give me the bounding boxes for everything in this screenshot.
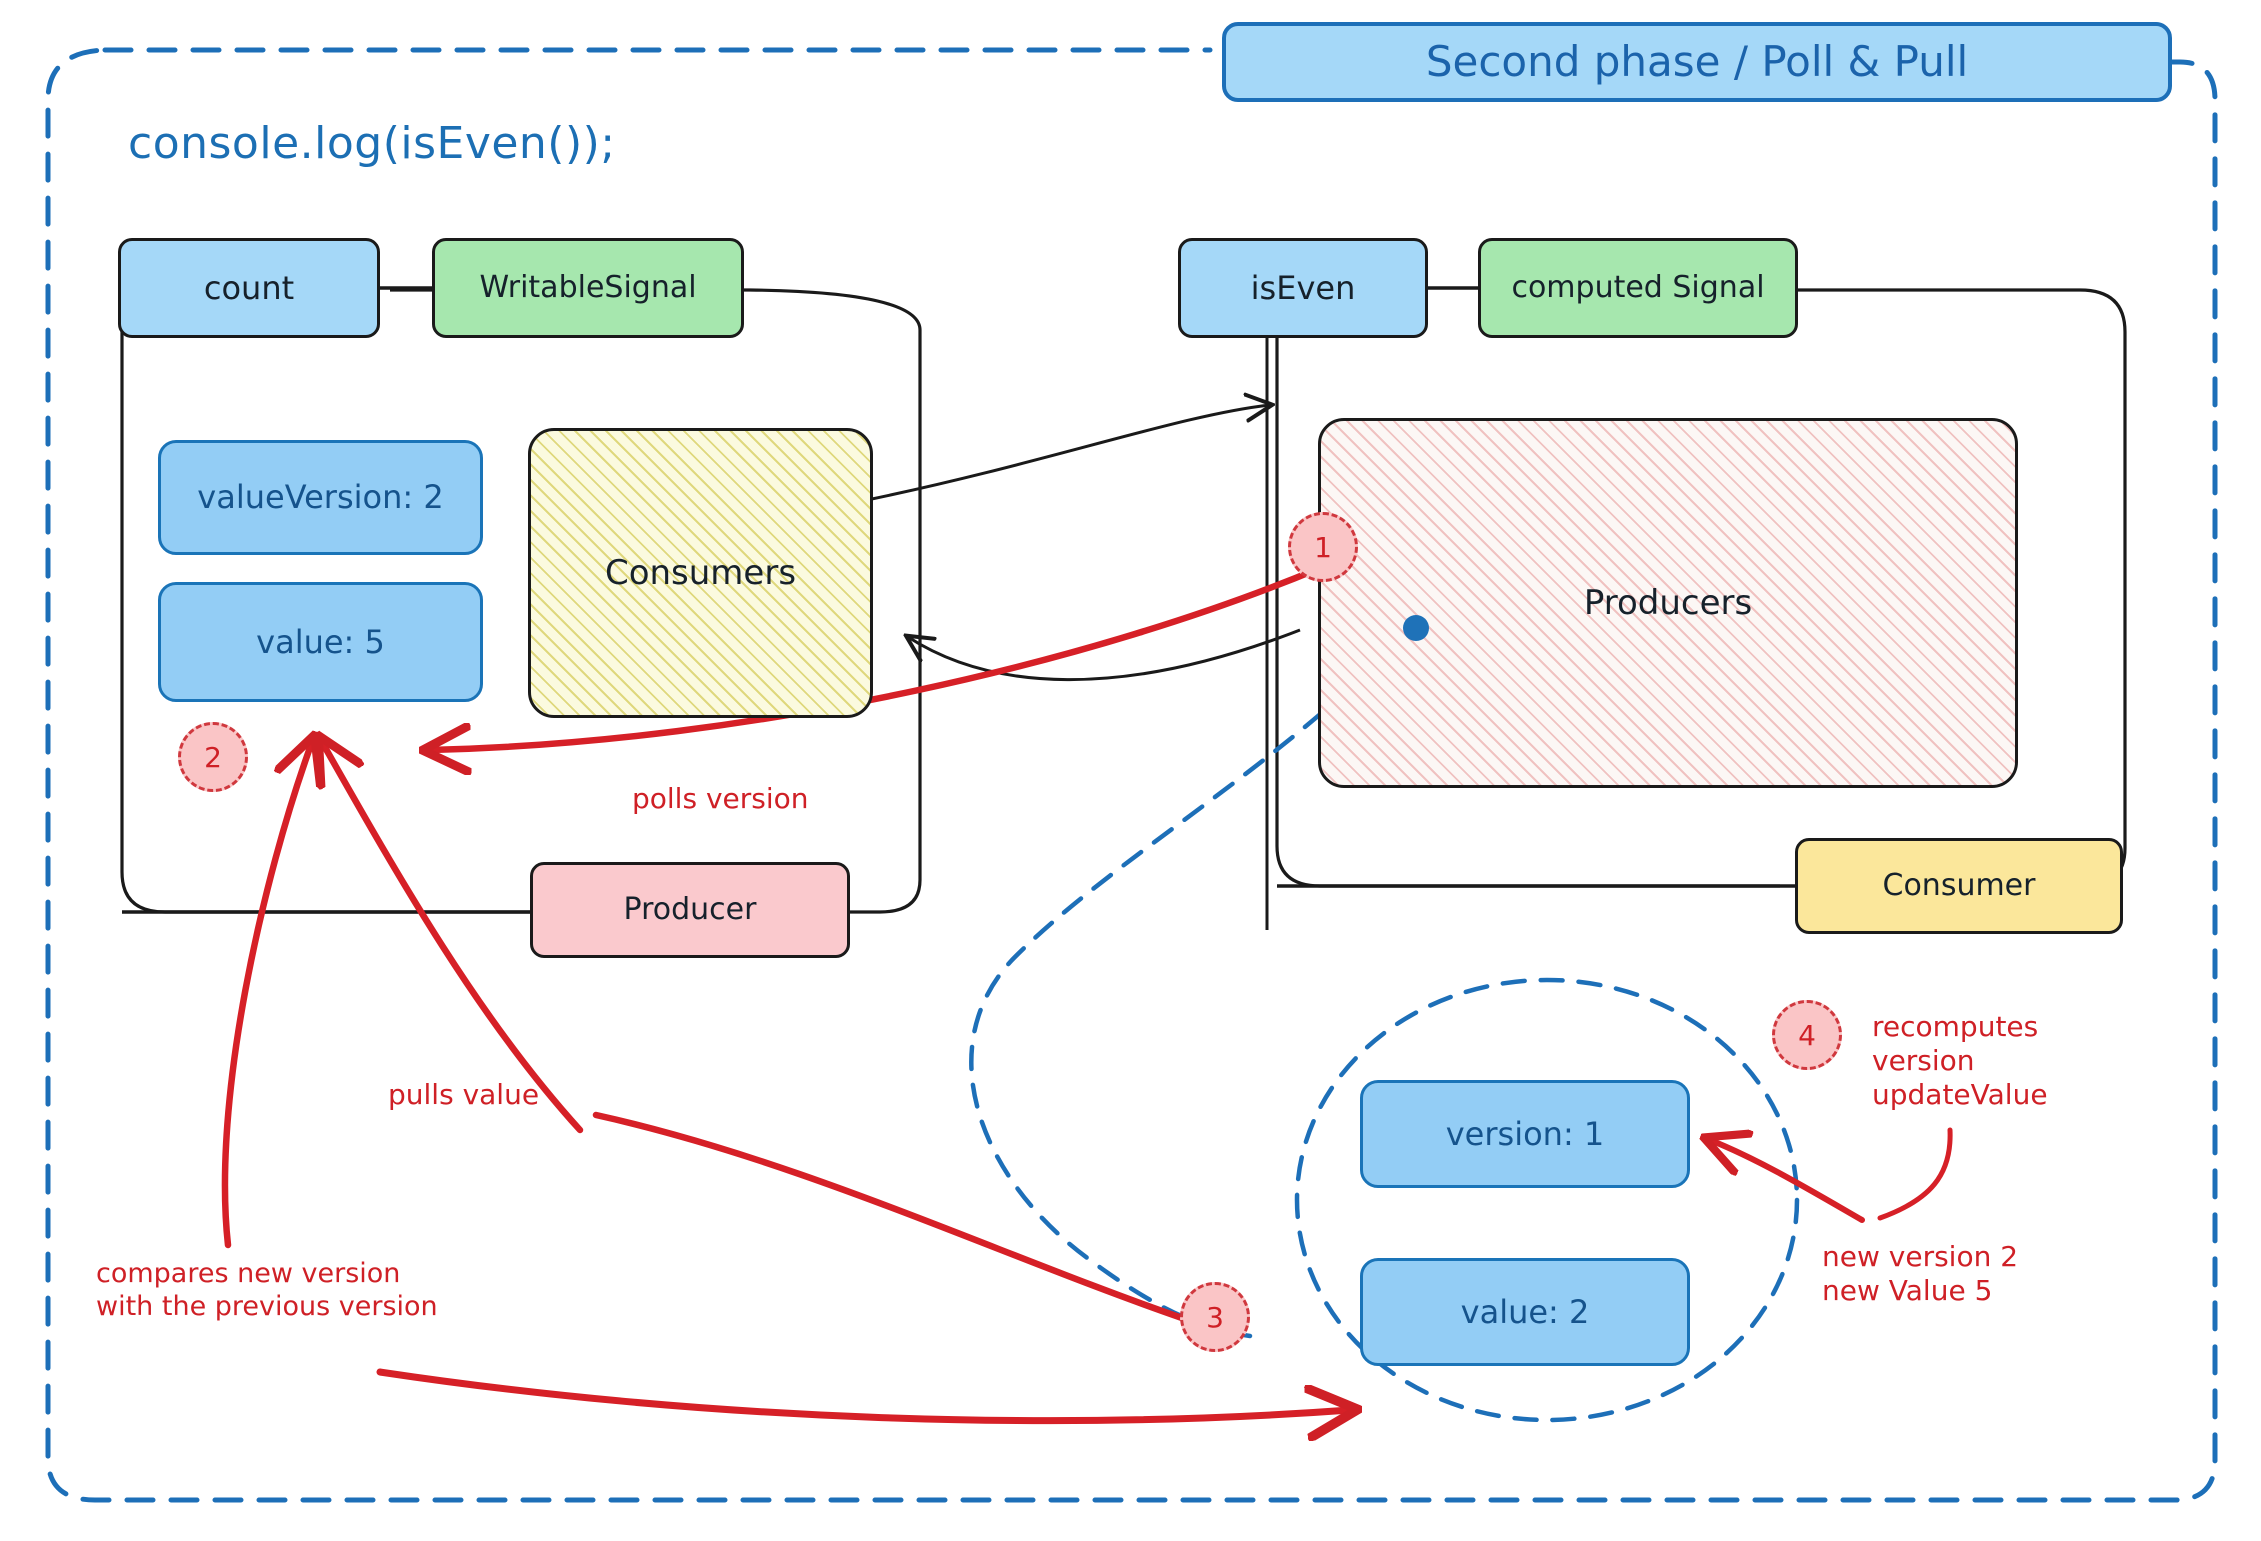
new-version-arrow bbox=[1710, 1140, 1865, 1223]
role-consumer-badge: Consumer bbox=[1795, 838, 2123, 934]
signal-name-iseven: isEven bbox=[1178, 238, 1428, 338]
step-marker-3: 3 bbox=[1180, 1282, 1250, 1352]
producer-entry-dot bbox=[1403, 615, 1429, 641]
producers-box: Producers bbox=[1318, 418, 2018, 788]
annotation-polls-version: polls version bbox=[632, 782, 809, 815]
annotation-pulls-value: pulls value bbox=[388, 1078, 540, 1111]
annotation-new-values: new version 2 new Value 5 bbox=[1822, 1240, 2019, 1308]
code-snippet-label: console.log(isEven()); bbox=[128, 118, 616, 169]
producers-label: Producers bbox=[1583, 583, 1753, 623]
signal-kind-writablesignal: WritableSignal bbox=[432, 238, 744, 338]
step-marker-2: 2 bbox=[178, 722, 248, 792]
phase-title-badge: Second phase / Poll & Pull bbox=[1222, 22, 2172, 102]
consumers-label: Consumers bbox=[604, 553, 797, 593]
field-valueversion: valueVersion: 2 bbox=[158, 440, 483, 555]
step-marker-4: 4 bbox=[1772, 1000, 1842, 1070]
field-value: value: 5 bbox=[158, 582, 483, 702]
annotation-compares-version: compares new version with the previous v… bbox=[96, 1258, 438, 1322]
diagram-canvas: Second phase / Poll & Pull console.log(i… bbox=[0, 0, 2261, 1541]
signal-name-count: count bbox=[118, 238, 380, 338]
compares-version-arrow bbox=[221, 742, 312, 1249]
computed-field-value: value: 2 bbox=[1360, 1258, 1690, 1366]
step-marker-1: 1 bbox=[1288, 512, 1358, 582]
pulls-value-leader bbox=[592, 1111, 1186, 1322]
consumers-box: Consumers bbox=[528, 428, 873, 718]
compares-to-state-arrow bbox=[376, 1368, 1350, 1421]
role-producer-badge: Producer bbox=[530, 862, 850, 958]
annotation-recomputes: recomputes version updateValue bbox=[1872, 1010, 2048, 1112]
signal-kind-computedsignal: computed Signal bbox=[1478, 238, 1798, 338]
computed-field-version: version: 1 bbox=[1360, 1080, 1690, 1188]
recomputes-leader bbox=[1877, 1127, 1953, 1221]
